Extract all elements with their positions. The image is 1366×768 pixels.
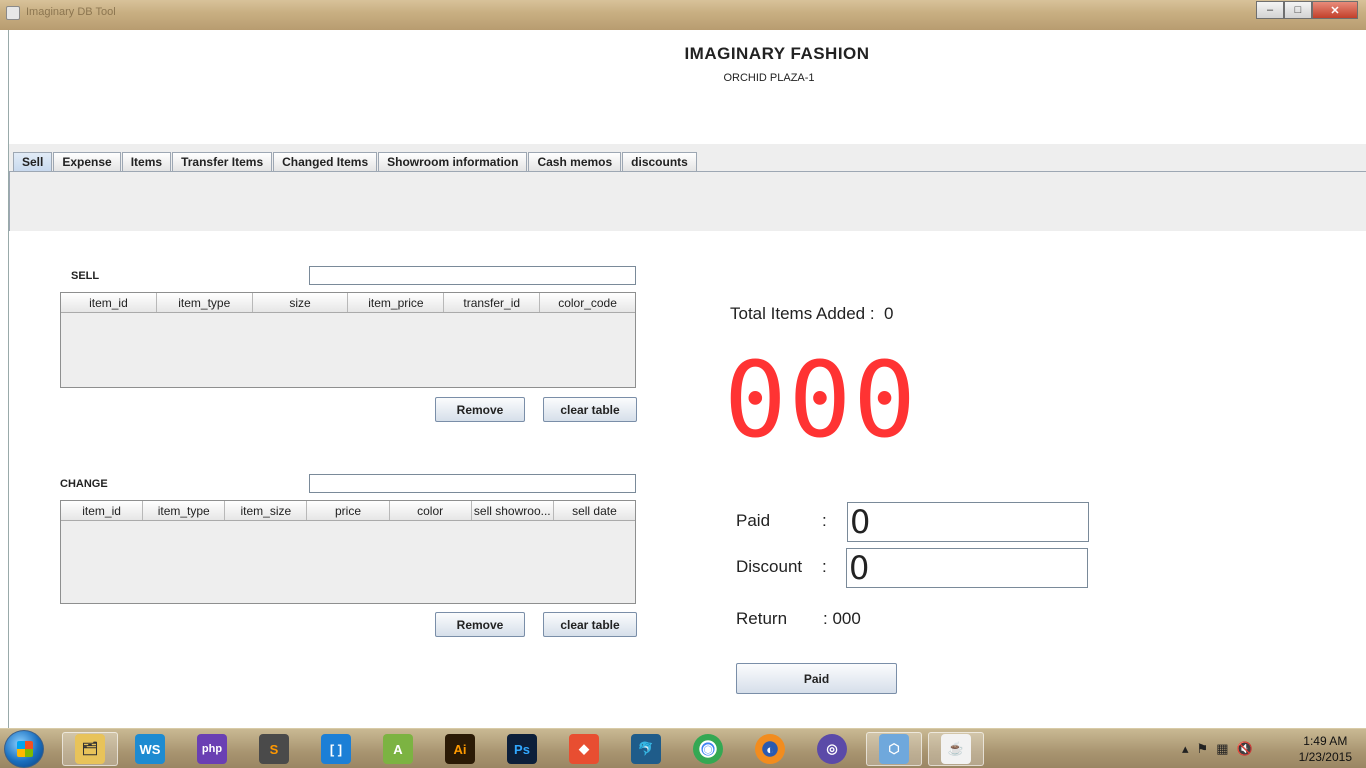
app-window: IMAGINARY FASHION ORCHID PLAZA-1 Sell Ex… — [8, 30, 1366, 728]
tab-cash-memos[interactable]: Cash memos — [528, 152, 622, 171]
change-label: CHANGE — [60, 478, 108, 490]
tab-panel-header — [9, 172, 1366, 231]
vpn-client-icon[interactable]: ◎ — [804, 732, 860, 766]
clock[interactable]: 1:49 AM 1/23/2015 — [1299, 733, 1352, 765]
tab-items[interactable]: Items — [121, 152, 172, 171]
column-header[interactable]: price — [307, 501, 390, 520]
start-button[interactable] — [4, 730, 44, 768]
paid-label: Paid — [736, 511, 771, 530]
android-studio-icon[interactable]: A — [370, 732, 426, 766]
tab-discounts[interactable]: discounts — [622, 152, 697, 171]
discount-colon: : — [822, 557, 827, 576]
brackets-icon[interactable]: [ ] — [308, 732, 364, 766]
photoshop-icon[interactable]: Ps — [494, 732, 550, 766]
sell-table[interactable]: item_id item_type size item_price transf… — [60, 292, 636, 388]
total-items-value: 0 — [884, 304, 894, 323]
sell-table-header: item_id item_type size item_price transf… — [61, 293, 635, 313]
mysql-workbench-icon[interactable]: 🐬 — [618, 732, 674, 766]
total-items-label: Total Items Added : 0 — [730, 304, 894, 324]
column-header[interactable]: size — [253, 293, 349, 312]
tab-changed-items[interactable]: Changed Items — [273, 152, 378, 171]
network-icon[interactable]: ▦ — [1216, 741, 1228, 757]
action-center-icon[interactable]: ⚑ — [1197, 741, 1209, 757]
java-app-icon[interactable]: ☕ — [928, 732, 984, 766]
java-app-icon — [6, 6, 20, 20]
system-tray: ▴ ⚑ ▦ 🔇 1:49 AM 1/23/2015 — [1176, 729, 1366, 768]
sell-clear-table-button[interactable]: clear table — [543, 397, 637, 422]
tab-expense[interactable]: Expense — [53, 152, 121, 171]
clock-time: 1:49 AM — [1303, 734, 1348, 748]
paid-button[interactable]: Paid — [736, 663, 897, 694]
return-label: Return — [736, 609, 788, 628]
firefox-icon[interactable]: ◐ — [742, 732, 798, 766]
column-header[interactable]: item_type — [143, 501, 226, 520]
sell-label: SELL — [71, 270, 100, 282]
phpstorm-icon[interactable]: php — [184, 732, 240, 766]
change-input[interactable] — [309, 474, 636, 493]
column-header[interactable]: transfer_id — [444, 293, 541, 312]
column-header[interactable]: color — [390, 501, 472, 520]
amount-display: 000 — [724, 339, 918, 461]
virtualbox-icon[interactable]: ⬡ — [866, 732, 922, 766]
clock-date: 1/23/2015 — [1298, 750, 1352, 764]
close-button[interactable]: ✕ — [1312, 1, 1358, 19]
chrome-icon[interactable]: ◉ — [680, 732, 736, 766]
window-controls: – □ ✕ — [1256, 1, 1358, 19]
webstorm-icon[interactable]: WS — [122, 732, 178, 766]
column-header[interactable]: item_size — [225, 501, 308, 520]
tab-transfer-items[interactable]: Transfer Items — [172, 152, 273, 171]
maximize-button[interactable]: □ — [1284, 1, 1312, 19]
paid-input[interactable]: 0 — [847, 502, 1089, 542]
column-header[interactable]: sell showroo... — [472, 501, 554, 520]
window-titlebar: Imaginary DB Tool – □ ✕ — [0, 0, 1366, 30]
change-remove-button[interactable]: Remove — [435, 612, 525, 637]
discount-input[interactable]: 0 — [846, 548, 1088, 588]
git-icon[interactable]: ◆ — [556, 732, 612, 766]
tab-showroom-information[interactable]: Showroom information — [378, 152, 528, 171]
sublime-text-icon[interactable]: S — [246, 732, 302, 766]
total-items-text: Total Items Added : — [730, 304, 875, 323]
column-header[interactable]: item_type — [157, 293, 253, 312]
column-header[interactable]: color_code — [540, 293, 635, 312]
volume-icon[interactable]: 🔇 — [1236, 741, 1252, 757]
return-value: : 000 — [823, 609, 861, 628]
column-header[interactable]: item_id — [61, 501, 144, 520]
column-header[interactable]: sell date — [554, 501, 635, 520]
change-clear-table-button[interactable]: clear table — [543, 612, 637, 637]
column-header[interactable]: item_price — [348, 293, 445, 312]
discount-label: Discount — [736, 557, 803, 576]
sell-input[interactable] — [309, 266, 636, 285]
file-explorer-icon[interactable]: 🗂 — [62, 732, 118, 766]
column-header[interactable]: item_id — [61, 293, 157, 312]
minimize-button[interactable]: – — [1256, 1, 1284, 19]
change-table-header: item_id item_type item_size price color … — [61, 501, 635, 521]
tab-list: Sell Expense Items Transfer Items Change… — [13, 152, 698, 171]
store-title: IMAGINARY FASHION — [684, 44, 870, 63]
tab-bar: Sell Expense Items Transfer Items Change… — [9, 144, 1366, 231]
illustrator-icon[interactable]: Ai — [432, 732, 488, 766]
tab-sell[interactable]: Sell — [13, 152, 53, 171]
tray-icons: ▴ ⚑ ▦ 🔇 — [1182, 741, 1253, 757]
change-table[interactable]: item_id item_type item_size price color … — [60, 500, 636, 604]
taskbar: 🗂 WS php S [ ] A Ai Ps ◆ 🐬 ◉ ◐ ◎ ⬡ ☕ ▴ ⚑… — [0, 728, 1366, 768]
windows-logo-icon — [17, 741, 33, 757]
paid-colon: : — [822, 511, 827, 530]
store-subtitle: ORCHID PLAZA-1 — [723, 72, 815, 84]
sell-remove-button[interactable]: Remove — [435, 397, 525, 422]
window-title: Imaginary DB Tool — [26, 6, 116, 18]
show-hidden-icons-icon[interactable]: ▴ — [1182, 741, 1189, 757]
